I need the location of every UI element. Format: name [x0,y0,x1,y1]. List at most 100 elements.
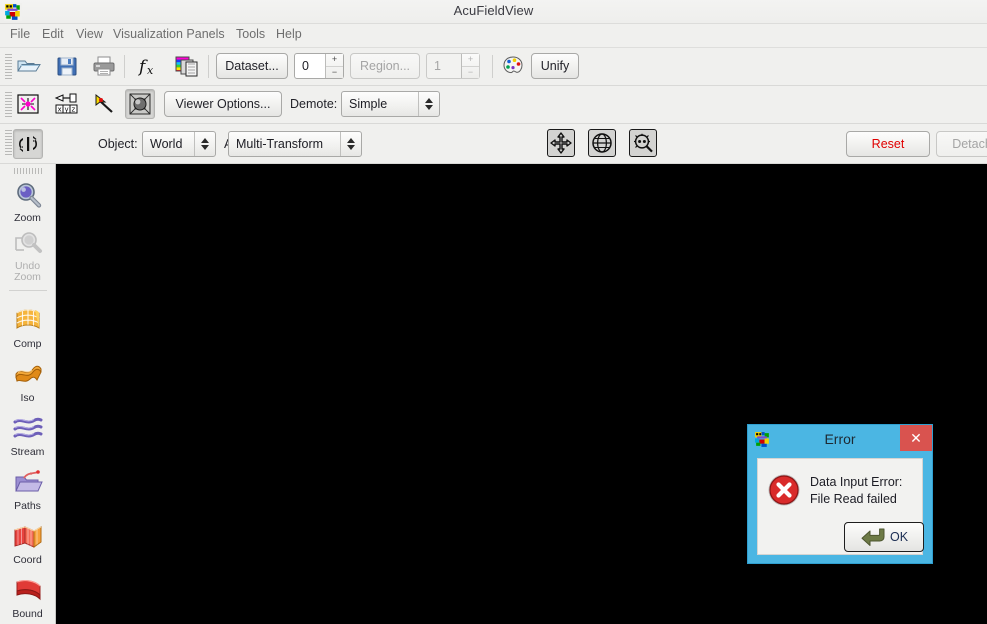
viewer-sphere-button[interactable] [125,89,155,119]
colormap-icon [175,56,198,77]
viewer-options-button[interactable]: Viewer Options... [164,91,282,117]
coordinate-surface-icon [14,526,41,548]
object-select[interactable]: World [142,131,216,157]
error-message-line2: File Read failed [810,492,897,506]
toolbar-gripper[interactable] [5,54,12,79]
window-title: AcuFieldView [453,3,534,18]
window-titlebar: AcuFieldView [0,0,987,24]
demote-select[interactable]: Simple [341,91,440,117]
visualization-sidebar: Zoom Undo Zoom Comp Iso Stream Paths Coo… [0,164,56,624]
svg-text:z: z [72,106,76,114]
print-icon [93,56,115,76]
sidebar-label-paths: Paths [14,500,41,512]
acufieldview-window: AcuFieldView File Edit View Visualizatio… [0,0,987,624]
demote-label: Demote: [290,97,338,111]
sidebar-item-undo-zoom[interactable]: Undo Zoom [0,226,55,283]
svg-text:x: x [58,106,62,114]
error-dialog-body: Data Input Error: File Read failed OK [757,458,924,555]
toolbar-gripper[interactable] [5,92,12,117]
green-return-arrow-icon [861,528,885,546]
colormap-button[interactable] [172,51,202,81]
region-spinner[interactable]: 1 + − [426,53,480,79]
detach-button[interactable]: Detach [936,131,987,157]
save-button[interactable] [52,51,82,81]
object-value: World [150,137,183,151]
transform-axes-button[interactable] [13,89,43,119]
sidebar-item-bound[interactable]: Bound [0,574,55,620]
toolbar-transform: Object: World Action: Multi-Transform [0,124,987,164]
zoom-scale-button[interactable] [629,129,657,157]
ok-button[interactable]: OK [844,522,924,552]
xyz-coordinates-icon: x y z [54,93,78,114]
undo-zoom-icon [14,232,42,253]
menu-tools[interactable]: Tools [234,27,267,41]
dataset-spinner[interactable]: 0 + − [294,53,344,79]
toolbar-gripper[interactable] [5,130,12,157]
dataset-spinner-buttons[interactable]: + − [325,54,343,78]
demote-value: Simple [349,97,388,111]
sidebar-item-paths[interactable]: Paths [0,466,55,512]
svg-text:y: y [65,106,69,114]
save-floppy-icon [57,57,77,76]
svg-text:x: x [147,64,154,77]
region-spinner-buttons[interactable]: + − [461,54,479,78]
toolbar-view: x y z Viewer Options... Demote: Simple [0,86,987,124]
sidebar-label-comp: Comp [13,338,42,350]
open-button[interactable] [14,51,44,81]
xyz-coordinates-button[interactable]: x y z [52,89,82,119]
action-select[interactable]: Multi-Transform [228,131,362,157]
reset-button[interactable]: Reset [846,131,930,157]
particle-paths-icon [14,470,43,492]
error-cross-circle-icon [768,474,800,506]
rotate-globe-icon [592,133,612,153]
chevron-updown-icon [340,132,361,156]
close-icon[interactable]: ✕ [900,425,932,451]
pan-move-button[interactable] [547,129,575,157]
sidebar-item-stream[interactable]: Stream [0,412,55,458]
sidebar-item-comp[interactable]: Comp [0,304,55,350]
streamline-icon [13,417,42,438]
sidebar-label-bound: Bound [12,608,43,620]
sidebar-label-iso: Iso [20,392,35,404]
menu-bar: File Edit View Visualization Panels Tool… [0,24,987,48]
iso-surface-icon [14,365,42,382]
sidebar-item-iso[interactable]: Iso [0,358,55,404]
sidebar-label-zoom: Zoom [14,212,41,224]
menu-edit[interactable]: Edit [40,27,66,41]
dataset-button[interactable]: Dataset... [216,53,288,79]
transform-toggle-button[interactable] [13,129,43,159]
sidebar-item-coord[interactable]: Coord [0,520,55,566]
transform-toggle-icon [19,136,37,152]
sidebar-gripper[interactable] [14,168,42,174]
menu-file[interactable]: File [8,27,32,41]
zoom-scale-icon [634,133,653,153]
magnifier-zoom-icon [16,183,41,208]
unify-button[interactable]: Unify [531,53,579,79]
viewer-sphere-icon [129,93,151,115]
print-button[interactable] [89,51,119,81]
error-dialog-message: Data Input Error: File Read failed [810,474,922,508]
region-spinner-value: 1 [434,59,441,73]
sidebar-label-stream: Stream [10,446,45,458]
region-button[interactable]: Region... [350,53,420,79]
probe-cursor-button[interactable] [89,89,119,119]
function-fx-icon: f x [137,57,154,77]
object-label: Object: [98,137,138,151]
ok-button-label: OK [889,530,909,544]
menu-visualization-panels[interactable]: Visualization Panels [111,27,227,41]
menu-view[interactable]: View [74,27,105,41]
boundary-surface-icon [16,580,40,601]
transform-axes-icon [17,94,39,114]
palette-button[interactable] [498,51,528,81]
dataset-spinner-value: 0 [302,59,309,73]
formula-button[interactable]: f x [134,51,164,81]
chevron-updown-icon [194,132,215,156]
sidebar-label-undo-zoom: Undo Zoom [14,260,41,283]
error-dialog: Error ✕ Data Input Error: File Read fail… [747,424,933,564]
sidebar-item-zoom[interactable]: Zoom [0,178,55,224]
open-folder-icon [17,60,41,72]
sidebar-divider [9,290,47,291]
rotate-globe-button[interactable] [588,129,616,157]
menu-help[interactable]: Help [274,27,304,41]
chevron-updown-icon [418,92,439,116]
